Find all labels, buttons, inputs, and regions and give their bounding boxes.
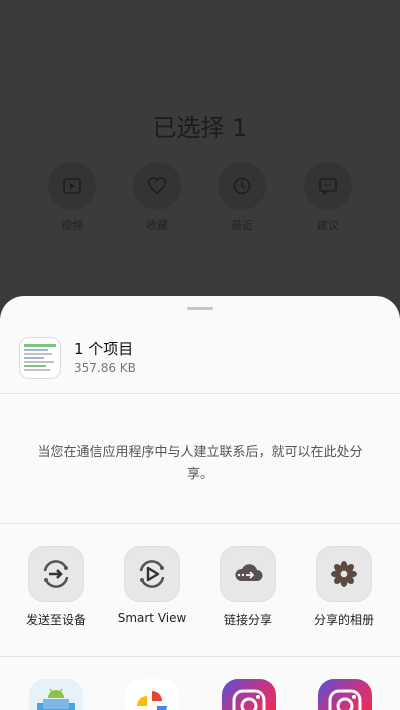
share-hint-message: 当您在通信应用程序中与人建立联系后，就可以在此处分享。 [37,445,363,482]
send-to-device-button[interactable]: 发送至设备 [8,546,104,628]
heart-icon [133,162,181,210]
smart-view-button[interactable]: Smart View [104,546,200,625]
smart-view-icon [124,546,180,602]
clock-icon [218,162,266,210]
shared-album-button[interactable]: 分享的相册 [296,546,392,628]
item-count: 1 个项目 [74,340,134,358]
divider [0,523,400,524]
suggestion-icon [304,162,352,210]
divider [0,656,400,657]
selection-title: 已选择 1 [152,114,248,142]
shared-album-label: 分享的相册 [313,613,374,627]
shared-album-icon [316,546,372,602]
send-to-device-icon [28,546,84,602]
bg-label-favorites: 收藏 [146,219,168,232]
item-thumbnail [19,337,61,379]
bg-label-recent: 最近 [231,219,253,232]
link-share-label: 链接分享 [223,613,272,627]
instagram-icon[interactable] [318,679,372,710]
divider [0,393,400,394]
bg-label-video: 视频 [61,219,83,232]
instagram-icon[interactable] [222,679,276,710]
item-size: 357.86 KB [74,361,136,375]
play-icon [48,162,96,210]
link-share-icon [220,546,276,602]
smart-view-label: Smart View [117,611,187,625]
share-sheet: 1 个项目 357.86 KB 当您在通信应用程序中与人建立联系后，就可以在此处… [0,296,400,710]
send-to-device-label: 发送至设备 [25,613,86,627]
bg-label-suggestions: 建议 [317,219,339,232]
link-share-button[interactable]: 链接分享 [200,546,296,628]
sheet-drag-handle[interactable] [187,307,213,310]
photos-app-icon[interactable] [125,679,179,710]
android-app-icon[interactable] [29,679,83,710]
